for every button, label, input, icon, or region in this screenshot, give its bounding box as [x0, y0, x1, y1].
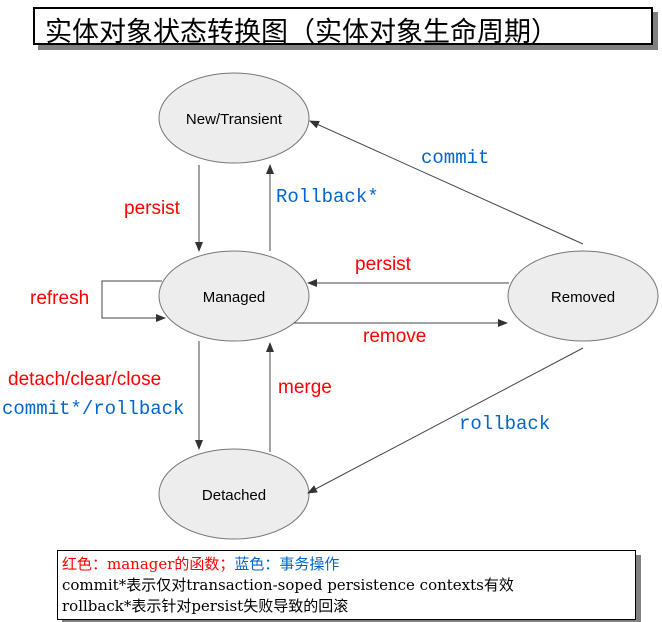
legend-note-box: 红色：manager的函数；蓝色：事务操作 commit*表示仅对transac… [57, 550, 636, 620]
label-detach-clear-close: detach/clear/close [8, 369, 161, 390]
label-persist-removed-to-managed: persist [355, 254, 412, 275]
label-refresh: refresh [30, 288, 89, 309]
state-new-transient-label: New/Transient [186, 111, 283, 128]
label-commit-removed-to-new: commit [421, 147, 489, 169]
legend-blue-text: 蓝色：事务操作 [234, 555, 340, 573]
label-merge: merge [278, 377, 332, 398]
note-commit-star: commit*表示仅对transaction-soped persistence… [62, 576, 514, 594]
state-managed-label: Managed [203, 289, 266, 306]
label-persist-new-to-managed: persist [124, 198, 181, 219]
label-remove: remove [363, 326, 426, 347]
arrow-commit-removed-to-new [309, 120, 584, 245]
label-rollback-removed-to-detached: rollback [459, 413, 550, 435]
label-commit-rollback: commit*/rollback [2, 398, 184, 420]
legend-red-text: 红色：manager的函数； [62, 555, 235, 573]
legend-color-line: 红色：manager的函数；蓝色：事务操作 [62, 554, 631, 575]
note-rollback-star: rollback*表示针对persist失败导致的回滚 [62, 597, 349, 615]
state-detached-label: Detached [202, 487, 266, 504]
arrow-refresh-loop [101, 280, 166, 322]
state-removed-label: Removed [551, 289, 615, 306]
label-rollback-managed-to-new: Rollback* [276, 186, 379, 208]
state-diagram: New/Transient Managed Removed Detached p… [2, 72, 659, 540]
